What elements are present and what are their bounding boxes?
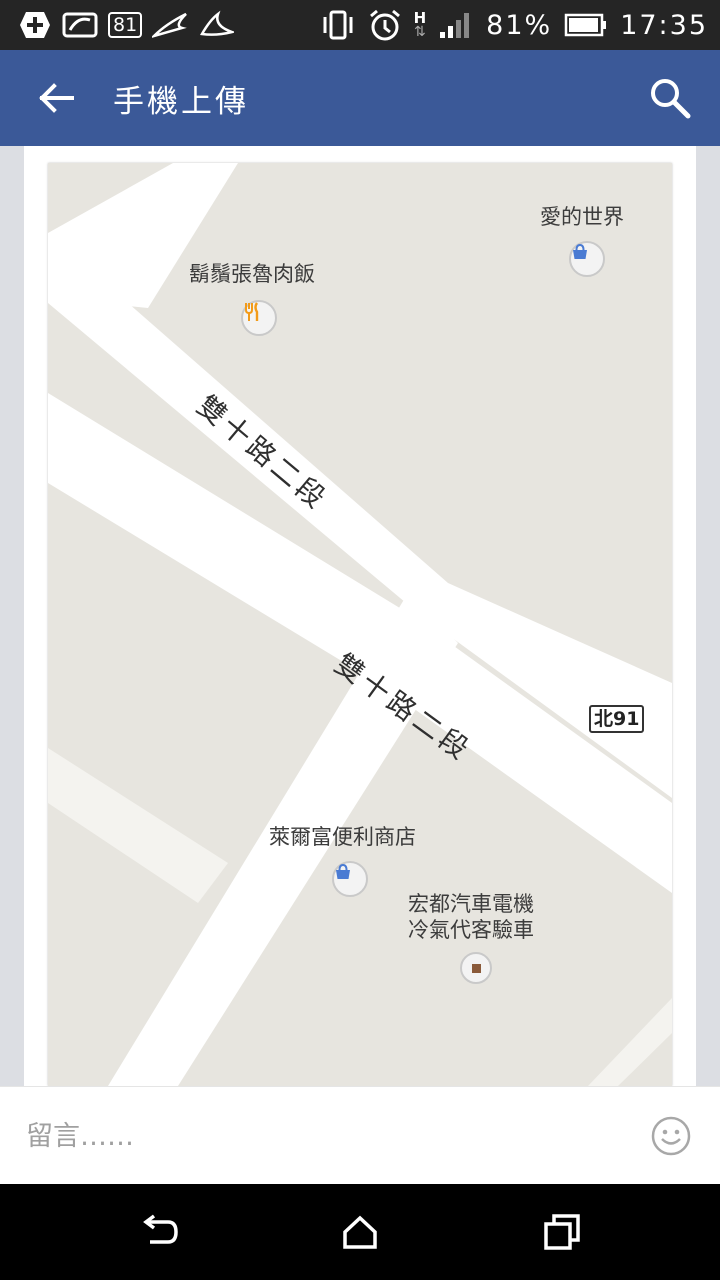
page-title: 手機上傳 — [113, 84, 249, 120]
poi-label: 冷氣代客驗車 — [408, 918, 534, 942]
recent-apps-icon[interactable] — [542, 1212, 582, 1252]
system-status: H ⇅ 81% 17:35 — [320, 8, 708, 42]
add-icon — [20, 12, 50, 38]
road-shape — [588, 998, 672, 1086]
alarm-icon — [369, 9, 400, 41]
app-bar: 手機上傳 — [0, 50, 720, 146]
comment-input[interactable] — [26, 1111, 586, 1161]
bag-glyph — [336, 863, 350, 879]
notification-icons: 81 — [18, 8, 235, 42]
poi-label: 愛的世界 — [540, 205, 624, 229]
bag-glyph — [573, 243, 587, 259]
signal-icon — [440, 13, 470, 38]
bird-icon — [152, 12, 188, 38]
notification-count-icon: 81 — [108, 12, 143, 38]
shopping-bag-icon[interactable] — [332, 861, 368, 897]
poi-label: 萊爾富便利商店 — [269, 825, 416, 849]
home-icon[interactable] — [340, 1212, 380, 1252]
battery-percent: 81% — [486, 9, 553, 41]
map-roads — [48, 163, 672, 1086]
generic-place-icon[interactable] — [460, 952, 492, 984]
vibrate-icon — [323, 10, 353, 40]
back-nav-icon[interactable] — [140, 1212, 180, 1252]
arrow-left-icon[interactable] — [30, 72, 82, 124]
clock: 17:35 — [620, 9, 708, 41]
place-dot — [471, 963, 481, 973]
restaurant-icon[interactable] — [241, 300, 277, 336]
status-bar: 81 H ⇅ 81% 17:35 — [0, 0, 720, 50]
bird-icon — [200, 10, 235, 36]
nav-bar — [0, 1184, 720, 1280]
poi-label: 鬍鬚張魯肉飯 — [189, 262, 315, 286]
smiley-icon[interactable] — [650, 1115, 692, 1157]
fork-knife-glyph — [245, 302, 259, 321]
map-image[interactable]: 鬍鬚張魯肉飯 愛的世界 萊爾富便利商店 宏都汽車電機 冷氣代客驗車 雙十路二段 … — [48, 163, 672, 1086]
data-arrows-icon: H ⇅ — [413, 9, 427, 40]
battery-icon — [564, 13, 607, 37]
image-icon — [62, 12, 98, 38]
comment-bar — [0, 1086, 720, 1185]
poi-label: 宏都汽車電機 — [408, 892, 534, 916]
search-icon[interactable] — [648, 76, 692, 120]
shopping-bag-icon[interactable] — [569, 241, 605, 277]
road-shape — [48, 748, 228, 903]
route-shield: 北91 — [589, 705, 645, 733]
